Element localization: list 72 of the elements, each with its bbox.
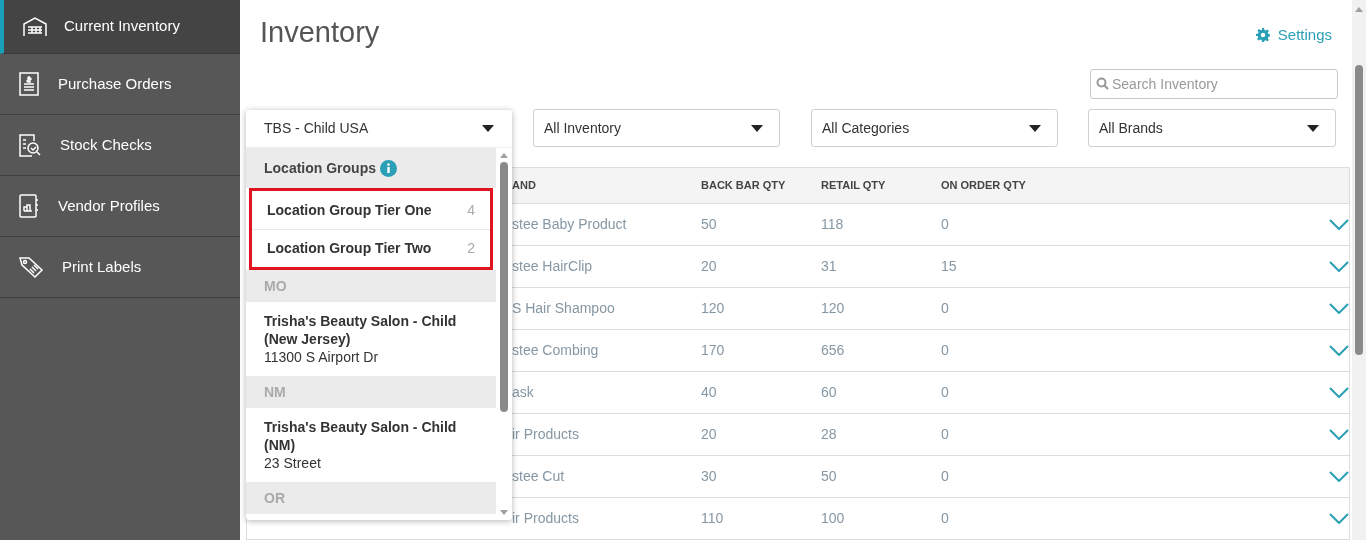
caret-icon	[1307, 124, 1319, 132]
table-cell-text: 60	[821, 383, 838, 402]
sidebar-item[interactable]: Current Inventory	[0, 0, 240, 54]
caret-icon	[751, 124, 763, 132]
chevron-down-icon[interactable]	[1329, 471, 1349, 482]
column-header: AND	[512, 178, 537, 194]
chevron-down-icon[interactable]	[1329, 219, 1349, 230]
table-cell-text: 0	[941, 215, 950, 234]
warehouse-icon	[22, 15, 48, 38]
table-cell-text: 15	[941, 257, 958, 276]
filter-select[interactable]: All Categories	[811, 109, 1058, 147]
table-cell-text: 0	[941, 425, 950, 444]
table-cell-text: 20	[701, 257, 718, 276]
chevron-down-icon[interactable]	[1329, 513, 1349, 524]
table-cell-text: ir Products	[512, 509, 580, 528]
table-cell-text: stee Baby Product	[512, 215, 628, 234]
scroll-up-icon[interactable]	[500, 152, 508, 158]
notebook-icon	[18, 193, 40, 219]
column-header: RETAIL QTY	[821, 178, 887, 194]
filter-select[interactable]: All Brands	[1088, 109, 1336, 147]
scrollbar-thumb[interactable]	[500, 162, 508, 412]
table-cell-text: S Hair Shampoo	[512, 299, 616, 318]
table-cell-text: 0	[941, 383, 950, 402]
table-cell-text: 0	[941, 509, 950, 528]
table-cell-text: 28	[821, 425, 838, 444]
caret-icon	[482, 125, 494, 132]
scroll-up-icon[interactable]	[1355, 6, 1363, 12]
clipboard-check-icon	[18, 132, 42, 158]
tag-icon	[18, 255, 44, 279]
caret-icon	[1029, 124, 1041, 132]
chevron-down-icon[interactable]	[1329, 261, 1349, 272]
group-header-bar: Location Groups	[246, 148, 496, 188]
column-header: BACK BAR QTY	[701, 178, 787, 194]
search-icon	[1096, 77, 1109, 90]
section-heading: NM	[246, 376, 496, 408]
table-cell-text: 120	[701, 299, 726, 318]
table-cell-text: 120	[821, 299, 846, 318]
table-cell-text: 110	[701, 509, 725, 528]
chevron-down-icon[interactable]	[1329, 303, 1349, 314]
scroll-down-icon[interactable]	[500, 510, 508, 516]
table-cell-text: 0	[941, 467, 950, 486]
section-heading: OR	[246, 482, 496, 514]
chevron-down-icon[interactable]	[1329, 387, 1349, 398]
table-cell-text: 656	[821, 341, 846, 360]
filter-select[interactable]: All Inventory	[533, 109, 780, 147]
table-cell-text: 50	[821, 467, 838, 486]
column-header: ON ORDER QTY	[941, 178, 1027, 194]
table-cell-text: 0	[941, 299, 950, 318]
search-field[interactable]: Search Inventory	[1090, 69, 1338, 99]
table-cell-text: 0	[941, 341, 950, 360]
table-cell-text: 20	[701, 425, 718, 444]
table-cell-text: 50	[701, 215, 718, 234]
table-cell-text: 170	[701, 341, 726, 360]
table-cell-text: 118	[821, 215, 845, 234]
table-cell-text: stee HairClip	[512, 257, 594, 276]
scrollbar-thumb[interactable]	[1355, 65, 1363, 355]
table-cell-text: ask	[512, 383, 535, 402]
table-cell-text: 40	[701, 383, 718, 402]
table-cell-text: 30	[701, 467, 718, 486]
invoice-icon	[18, 71, 40, 97]
scrollbar[interactable]	[1352, 0, 1366, 540]
info-icon[interactable]	[380, 159, 397, 177]
table-cell-text: stee Cut	[512, 467, 566, 486]
table-cell-text: ir Products	[512, 425, 580, 444]
table-cell-text: 100	[821, 509, 846, 528]
chevron-down-icon[interactable]	[1329, 429, 1349, 440]
table-cell-text: 31	[821, 257, 838, 276]
chevron-down-icon[interactable]	[1329, 345, 1349, 356]
table-cell-text: stee Combing	[512, 341, 600, 360]
page-title: Inventory	[260, 15, 380, 50]
section-heading: MO	[246, 270, 496, 302]
settings-icon	[1255, 28, 1270, 43]
